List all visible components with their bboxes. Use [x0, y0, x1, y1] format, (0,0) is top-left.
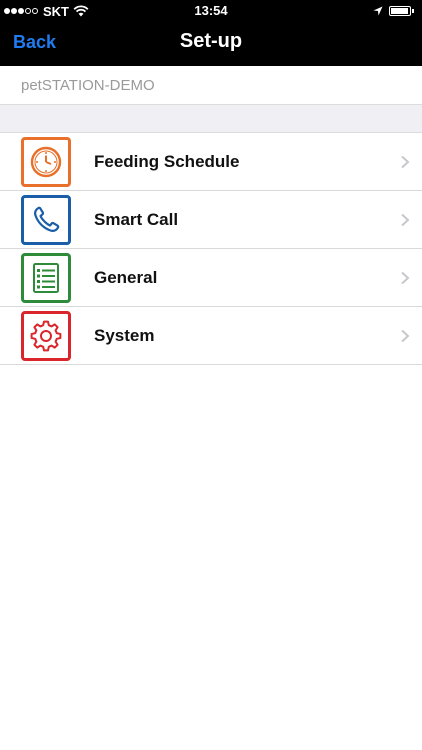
- gear-icon: [21, 311, 71, 361]
- device-header: petSTATION-DEMO: [0, 66, 422, 104]
- list-icon: [21, 253, 71, 303]
- navigation-bar: Back Set-up: [0, 22, 422, 66]
- menu-item-general[interactable]: General: [0, 249, 422, 307]
- status-bar: SKT 13:54: [0, 0, 422, 22]
- device-name: petSTATION-DEMO: [21, 77, 155, 94]
- battery-tip: [412, 9, 414, 13]
- menu-item-label: System: [94, 326, 155, 345]
- clock-icon: [21, 137, 71, 187]
- menu-item-smart-call[interactable]: Smart Call: [0, 191, 422, 249]
- setup-screen: SKT 13:54 Back Set-up petSTATION-DEMO Fe…: [0, 0, 422, 750]
- menu-item-feeding-schedule[interactable]: Feeding Schedule: [0, 133, 422, 191]
- menu-item-label: Feeding Schedule: [94, 152, 240, 171]
- chevron-right-icon: [401, 213, 410, 227]
- section-separator: [0, 104, 422, 133]
- setup-menu-list: Feeding Schedule Smart Call General Syst…: [0, 133, 422, 365]
- status-right: [373, 4, 414, 18]
- battery-icon: [389, 6, 411, 16]
- chevron-right-icon: [401, 271, 410, 285]
- menu-item-label: General: [94, 268, 158, 287]
- menu-item-system[interactable]: System: [0, 307, 422, 365]
- status-time: 13:54: [194, 3, 228, 18]
- page-title: Set-up: [179, 30, 243, 52]
- chevron-right-icon: [401, 329, 410, 343]
- menu-item-label: Smart Call: [94, 210, 179, 229]
- battery-level: [391, 8, 409, 14]
- chevron-right-icon: [401, 155, 410, 169]
- location-arrow-icon: [373, 6, 383, 16]
- phone-icon: [21, 195, 71, 245]
